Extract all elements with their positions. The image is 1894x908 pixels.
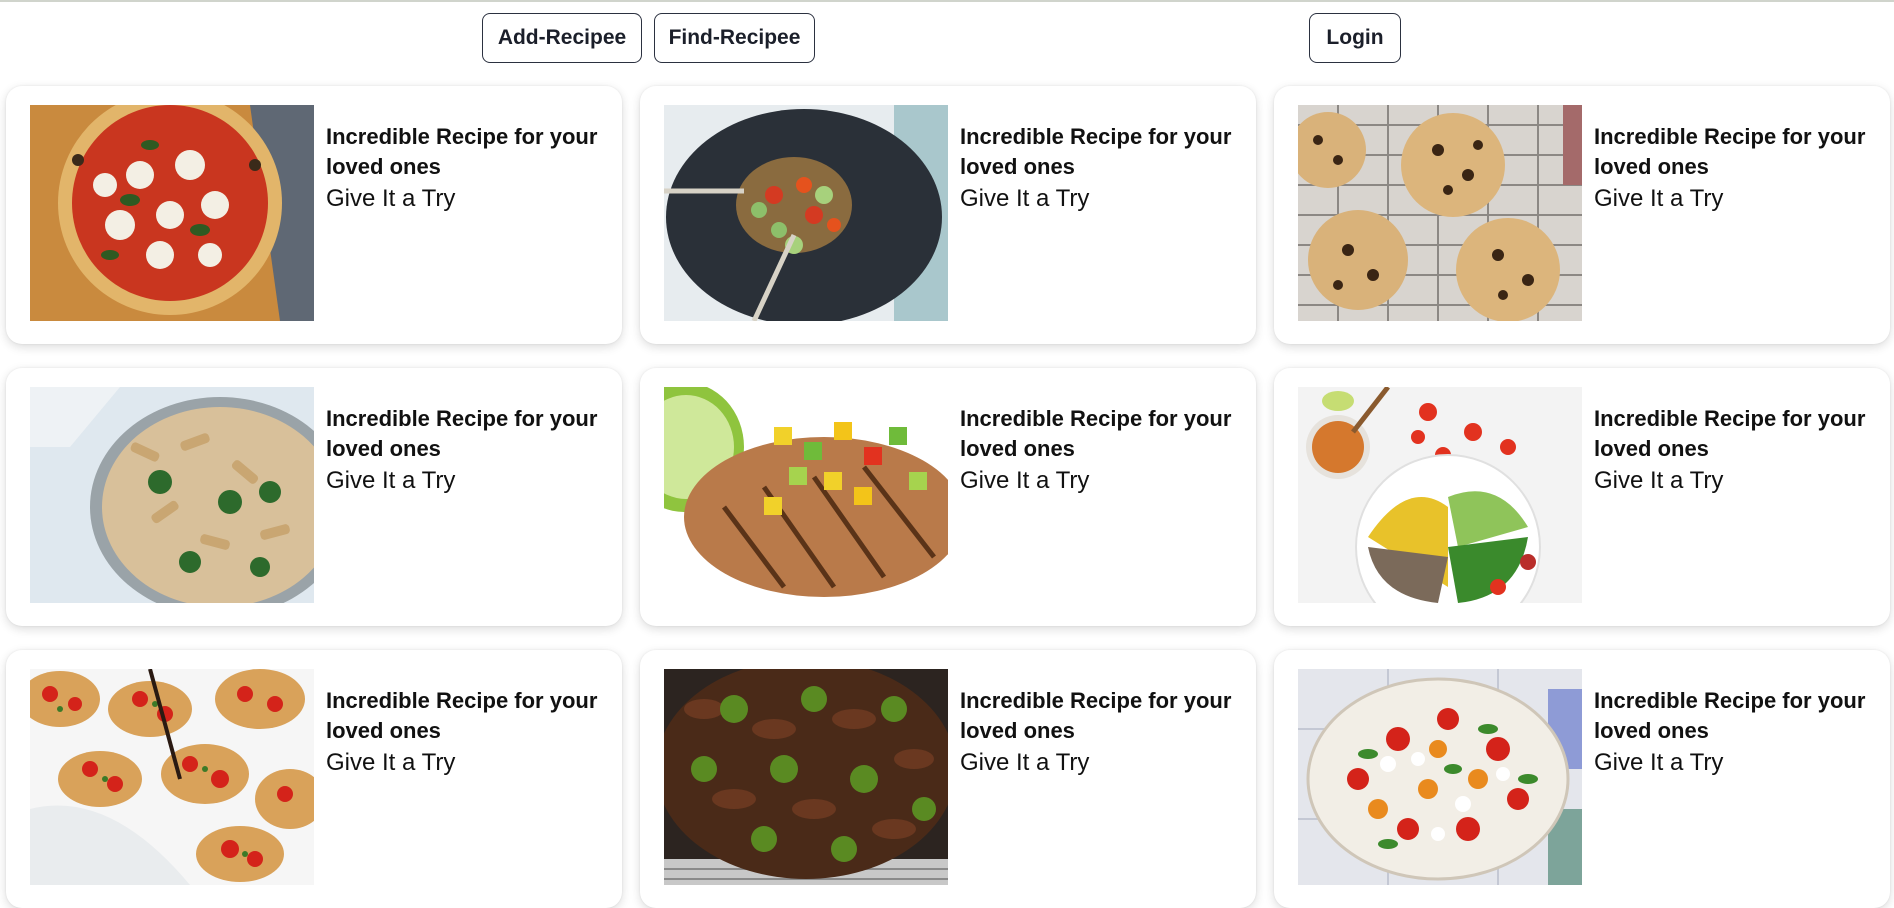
recipe-subtitle: Give It a Try [960, 749, 1090, 776]
recipe-title: Incredible Recipe for your loved ones [326, 688, 598, 743]
recipe-subtitle: Give It a Try [326, 185, 456, 212]
recipe-title: Incredible Recipe for your loved ones [960, 124, 1232, 179]
recipe-subtitle: Give It a Try [326, 749, 456, 776]
recipe-title: Incredible Recipe for your loved ones [326, 124, 598, 179]
recipe-subtitle: Give It a Try [960, 467, 1090, 494]
recipe-card[interactable]: Incredible Recipe for your loved ones Gi… [1274, 650, 1890, 908]
recipe-subtitle: Give It a Try [1594, 185, 1724, 212]
recipe-image-penne[interactable] [30, 387, 314, 603]
add-recipe-button[interactable]: Add-Recipee [482, 13, 642, 63]
recipe-card[interactable]: Incredible Recipe for your loved ones Gi… [6, 368, 622, 626]
recipe-card[interactable]: Incredible Recipe for your loved ones Gi… [6, 650, 622, 908]
recipe-card[interactable]: Incredible Recipe for your loved ones Gi… [640, 86, 1256, 344]
recipe-title: Incredible Recipe for your loved ones [960, 406, 1232, 461]
recipe-image-beef-broccoli[interactable] [664, 669, 948, 885]
recipe-image-caprese[interactable] [1298, 669, 1582, 885]
recipe-image-pizza[interactable] [30, 105, 314, 321]
recipe-subtitle: Give It a Try [960, 185, 1090, 212]
recipe-image-chicken[interactable] [664, 387, 948, 603]
recipe-card[interactable]: Incredible Recipe for your loved ones Gi… [6, 86, 622, 344]
recipe-card[interactable]: Incredible Recipe for your loved ones Gi… [1274, 86, 1890, 344]
recipe-image-cookies[interactable] [1298, 105, 1582, 321]
recipe-title: Incredible Recipe for your loved ones [960, 688, 1232, 743]
recipe-subtitle: Give It a Try [1594, 749, 1724, 776]
find-recipe-button[interactable]: Find-Recipee [654, 13, 815, 63]
recipe-card[interactable]: Incredible Recipe for your loved ones Gi… [640, 650, 1256, 908]
recipe-title: Incredible Recipe for your loved ones [1594, 688, 1866, 743]
recipe-title: Incredible Recipe for your loved ones [1594, 124, 1866, 179]
recipe-image-bruschetta[interactable] [30, 669, 314, 885]
login-button[interactable]: Login [1309, 13, 1401, 63]
recipe-title: Incredible Recipe for your loved ones [1594, 406, 1866, 461]
top-divider [0, 0, 1894, 2]
recipe-card[interactable]: Incredible Recipe for your loved ones Gi… [640, 368, 1256, 626]
recipe-title: Incredible Recipe for your loved ones [326, 406, 598, 461]
recipe-card[interactable]: Incredible Recipe for your loved ones Gi… [1274, 368, 1890, 626]
recipe-image-stir-fry[interactable] [664, 105, 948, 321]
recipe-image-salad-bowl[interactable] [1298, 387, 1582, 603]
recipe-subtitle: Give It a Try [1594, 467, 1724, 494]
recipe-grid: Incredible Recipe for your loved ones Gi… [6, 86, 1890, 908]
recipe-subtitle: Give It a Try [326, 467, 456, 494]
